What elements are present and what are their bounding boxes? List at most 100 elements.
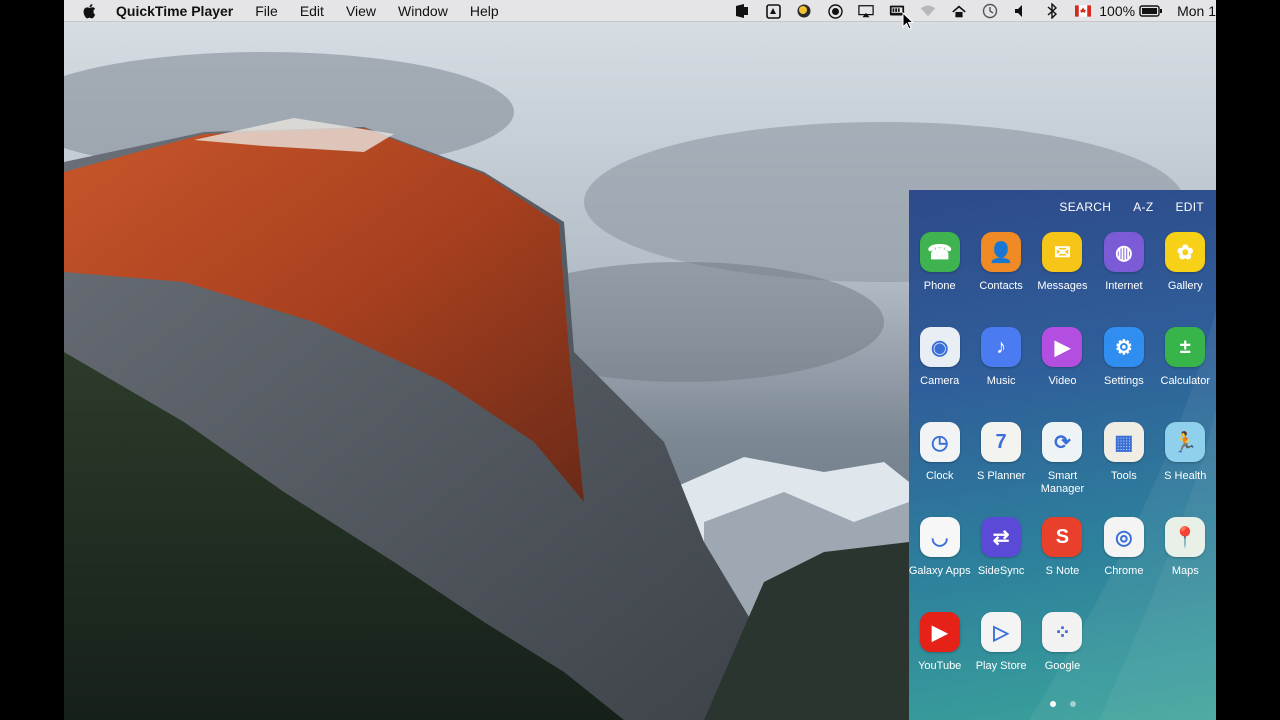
app-label: YouTube: [918, 660, 962, 672]
drawer-top-actions: SEARCH A-Z EDIT: [1059, 200, 1204, 214]
app-gallery[interactable]: ✿ Gallery: [1155, 230, 1216, 325]
app-calculator[interactable]: ± Calculator: [1155, 325, 1216, 420]
youtube-icon[interactable]: ▶: [919, 612, 960, 652]
app-label: S Planner: [976, 470, 1026, 482]
app-label: Internet: [1105, 280, 1143, 292]
calculator-icon[interactable]: ±: [1165, 327, 1206, 367]
settings-icon[interactable]: ⚙: [1103, 327, 1144, 367]
battery-icon[interactable]: [1139, 3, 1163, 19]
app-camera[interactable]: ◉ Camera: [909, 325, 970, 420]
gallery-icon[interactable]: ✿: [1165, 232, 1206, 272]
app-youtube[interactable]: ▶ YouTube: [909, 610, 970, 705]
app-tools[interactable]: ▦ Tools: [1093, 420, 1154, 515]
app-label: Smart Manager: [1040, 470, 1085, 495]
app-grid: ☎ Phone 👤 Contacts ✉ Messages ◍ Internet ✿ Galler…: [909, 230, 1216, 705]
app-label: Settings: [1104, 375, 1144, 387]
mouse-cursor-icon: [902, 12, 914, 30]
app-contacts[interactable]: 👤 Contacts: [970, 230, 1031, 325]
menu-window[interactable]: Window: [398, 3, 448, 19]
s-note-icon[interactable]: S: [1042, 517, 1083, 557]
app-internet[interactable]: ◍ Internet: [1093, 230, 1154, 325]
s-health-icon[interactable]: 🏃: [1165, 422, 1206, 462]
time-machine-icon[interactable]: [982, 3, 998, 19]
menu-help[interactable]: Help: [470, 3, 499, 19]
wifi-icon[interactable]: [920, 3, 936, 19]
menu-view[interactable]: View: [346, 3, 376, 19]
app-s-note[interactable]: S S Note: [1032, 515, 1093, 610]
app-label: Maps: [1171, 565, 1199, 577]
bluetooth-icon[interactable]: [1044, 3, 1060, 19]
app-s-planner[interactable]: 7 S Planner: [970, 420, 1031, 515]
menubar-clock[interactable]: Mon 1: [1177, 3, 1216, 19]
chrome-icon[interactable]: ◎: [1103, 517, 1144, 557]
ms-word-icon[interactable]: [734, 3, 750, 19]
airplay-icon[interactable]: [858, 3, 874, 19]
color-orb-icon[interactable]: [796, 3, 812, 19]
menu-edit[interactable]: Edit: [300, 3, 324, 19]
app-smart-manager[interactable]: ⟳ Smart Manager: [1032, 420, 1093, 515]
app-label: Video: [1048, 375, 1077, 387]
play-store-icon[interactable]: ▷: [981, 612, 1022, 652]
app-menu-quicktime[interactable]: QuickTime Player: [116, 3, 233, 19]
app-label: Chrome: [1104, 565, 1144, 577]
record-icon[interactable]: [827, 3, 843, 19]
internet-icon[interactable]: ◍: [1103, 232, 1144, 272]
google-folder-icon[interactable]: ⁘: [1042, 612, 1083, 652]
apple-menu-icon[interactable]: [82, 3, 96, 19]
video-icon[interactable]: ▶: [1042, 327, 1083, 367]
phone-icon[interactable]: ☎: [919, 232, 960, 272]
battery-percent[interactable]: 100%: [1099, 3, 1135, 19]
app-google-folder[interactable]: ⁘ Google: [1032, 610, 1093, 705]
app-label: Camera: [920, 375, 960, 387]
maps-icon[interactable]: 📍: [1165, 517, 1206, 557]
home-icon[interactable]: [951, 3, 967, 19]
app-label: Play Store: [975, 660, 1027, 672]
app-label: Contacts: [979, 280, 1023, 292]
sidesync-icon[interactable]: ⇄: [981, 517, 1022, 557]
app-music[interactable]: ♪ Music: [970, 325, 1031, 420]
menu-file[interactable]: File: [255, 3, 278, 19]
music-icon[interactable]: ♪: [981, 327, 1022, 367]
page-indicator: [909, 701, 1216, 707]
app-label: Calculator: [1160, 375, 1211, 387]
app-label: Galaxy Apps: [909, 565, 971, 577]
contacts-icon[interactable]: 👤: [981, 232, 1022, 272]
drawer-search-button[interactable]: SEARCH: [1059, 200, 1111, 214]
tools-icon[interactable]: ▦: [1103, 422, 1144, 462]
app-settings[interactable]: ⚙ Settings: [1093, 325, 1154, 420]
app-clock[interactable]: ◷ Clock: [909, 420, 970, 515]
clock-icon[interactable]: ◷: [919, 422, 960, 462]
app-label: Music: [986, 375, 1016, 387]
page-dot-2[interactable]: [1069, 701, 1076, 707]
drawer-sort-az-button[interactable]: A-Z: [1133, 200, 1153, 214]
app-phone[interactable]: ☎ Phone: [909, 230, 970, 325]
app-label: Phone: [923, 280, 956, 292]
app-label: Gallery: [1167, 280, 1203, 292]
app-galaxy-apps[interactable]: ◡ Galaxy Apps: [909, 515, 971, 610]
app-label: Tools: [1111, 470, 1137, 482]
notes-icon[interactable]: [765, 3, 781, 19]
smart-manager-icon[interactable]: ⟳: [1042, 422, 1083, 462]
drawer-edit-button[interactable]: EDIT: [1175, 200, 1204, 214]
app-label: S Note: [1045, 565, 1080, 577]
s-planner-icon[interactable]: 7: [981, 422, 1022, 462]
page-dot-1[interactable]: [1049, 701, 1056, 707]
app-label: S Health: [1164, 470, 1207, 482]
app-label: Clock: [925, 470, 954, 482]
app-maps[interactable]: 📍 Maps: [1155, 515, 1216, 610]
app-s-health[interactable]: 🏃 S Health: [1155, 420, 1216, 515]
phone-app-drawer: SEARCH A-Z EDIT ☎ Phone 👤 Contacts ✉ Messages…: [909, 190, 1216, 720]
app-messages[interactable]: ✉ Messages: [1032, 230, 1093, 325]
menu-bar: QuickTime Player File Edit View Window H…: [64, 0, 1216, 22]
camera-icon[interactable]: ◉: [919, 327, 960, 367]
app-sidesync[interactable]: ⇄ SideSync: [970, 515, 1031, 610]
volume-icon[interactable]: [1013, 3, 1029, 19]
app-play-store[interactable]: ▷ Play Store: [970, 610, 1031, 705]
app-label: Google: [1044, 660, 1081, 672]
app-chrome[interactable]: ◎ Chrome: [1093, 515, 1154, 610]
app-video[interactable]: ▶ Video: [1032, 325, 1093, 420]
galaxy-apps-icon[interactable]: ◡: [919, 517, 960, 557]
app-label: SideSync: [977, 565, 1025, 577]
canada-flag-icon[interactable]: [1075, 3, 1092, 19]
messages-icon[interactable]: ✉: [1042, 232, 1083, 272]
